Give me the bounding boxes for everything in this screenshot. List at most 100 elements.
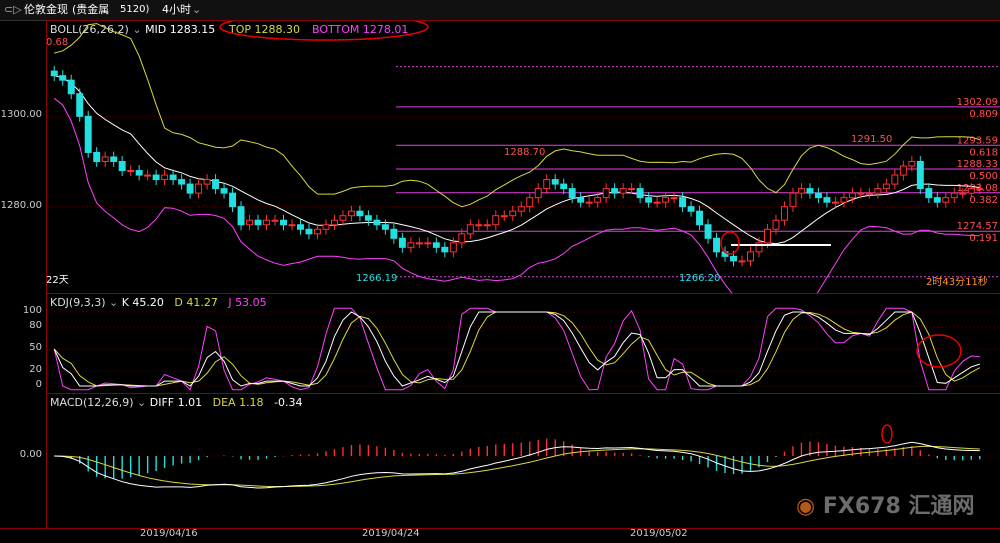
- kdj-tick-label: 20: [29, 364, 42, 376]
- candle-body: [288, 224, 296, 227]
- candle-body: [526, 197, 534, 208]
- low-right-label: 1266.20: [679, 273, 721, 284]
- candle-body: [390, 228, 398, 239]
- kdj-j-line: [53, 307, 980, 391]
- candle-body: [178, 179, 186, 185]
- candle-body: [271, 219, 279, 222]
- y-axis: 1300.00 1280.00 100 80 50 20 0 0.00: [0, 20, 47, 528]
- candle-body: [475, 224, 483, 227]
- candle-body: [195, 183, 203, 194]
- candle-body: [823, 197, 831, 203]
- fib-price-label: 1302.09: [957, 97, 998, 108]
- candle-body: [925, 188, 933, 199]
- candle-body: [687, 206, 695, 212]
- candle-body: [186, 183, 194, 194]
- boll-top-line: [54, 23, 980, 208]
- candle-body: [364, 215, 372, 221]
- kdj-panel: KDJ(9,3,3) ⌄ K 45.20 D 41.27 J 53.05: [46, 293, 1000, 394]
- boll-mid-line: [54, 75, 980, 245]
- candle-body: [76, 93, 84, 117]
- candle-body: [118, 161, 126, 172]
- candle-body: [577, 197, 585, 203]
- kdj-tick-label: 100: [22, 305, 42, 316]
- instrument-name: 伦敦金现: [24, 3, 68, 16]
- candle-body: [882, 183, 890, 190]
- high-right-label: 1291.50: [851, 134, 893, 145]
- annotation-ellipse: [219, 21, 429, 41]
- candle-body: [976, 188, 984, 191]
- macd-tick-label: 0.00: [19, 449, 42, 460]
- watermark: ◉ FX678 汇通网: [796, 488, 974, 520]
- candle-body: [534, 188, 542, 199]
- macd-annotation-circle: [881, 424, 893, 444]
- candle-body: [916, 161, 924, 190]
- candle-body: [653, 201, 661, 204]
- candle-body: [458, 233, 466, 244]
- candle-body: [246, 219, 254, 226]
- candle-body: [161, 174, 169, 181]
- candle-body: [865, 192, 873, 195]
- fib-ratio-label: 0.618: [969, 147, 998, 158]
- x-tick-label: 2019/05/02: [630, 528, 688, 539]
- nav-icon[interactable]: ⊂▷: [4, 0, 22, 20]
- boll-bottom-line: [53, 97, 980, 294]
- instrument-code: 5120): [120, 4, 150, 15]
- candle-body: [152, 174, 160, 181]
- period-selector[interactable]: 4小时: [162, 0, 191, 20]
- candle-body: [568, 188, 576, 199]
- candle-body: [874, 188, 882, 194]
- macd-panel: MACD(12,26,9) ⌄ DIFF 1.01 DEA 1.18 -0.34…: [46, 393, 1000, 529]
- candle-body: [110, 156, 118, 163]
- candle-body: [313, 228, 321, 235]
- candle-body: [560, 183, 568, 190]
- candle-body: [772, 219, 780, 230]
- price-panel: BOLL(26,26,2) ⌄ MID 1283.15 TOP 1288.30 …: [46, 20, 1000, 294]
- candle-body: [263, 219, 270, 226]
- candle-body: [415, 242, 423, 245]
- candle-body: [144, 174, 152, 177]
- candle-body: [645, 197, 653, 203]
- candle-body: [891, 174, 899, 185]
- candle-body: [670, 197, 678, 200]
- candle-body: [254, 219, 262, 226]
- kdj-tick-label: 0: [35, 379, 42, 390]
- candle-body: [840, 197, 848, 203]
- fib-ratio-label: 0.500: [969, 171, 998, 182]
- candle-body: [59, 75, 67, 81]
- high-mid-label: 1288.70: [504, 147, 546, 158]
- candle-body: [322, 224, 330, 230]
- candle-body: [50, 70, 58, 77]
- candle-body: [373, 219, 381, 226]
- title-bar: ⊂▷ 伦敦金现 (贵金属 5120) 4小时 ⌄: [0, 0, 1000, 21]
- candle-body: [619, 188, 627, 194]
- macd-dea-line: [54, 445, 980, 487]
- watermark-text: FX678: [822, 494, 901, 519]
- candle-body: [297, 224, 304, 230]
- x-tick-label: 2019/04/24: [362, 528, 420, 539]
- fib-price-label: 1274.57: [957, 221, 998, 232]
- candle-body: [432, 242, 440, 248]
- candle-body: [764, 228, 771, 244]
- candle-body: [696, 210, 704, 226]
- annotation-circle: [720, 231, 740, 255]
- candle-body: [933, 197, 941, 203]
- candle-body: [424, 242, 432, 245]
- countdown-label: 2时43分11秒: [926, 277, 988, 288]
- candle-body: [517, 206, 525, 212]
- candle-body: [229, 192, 237, 208]
- candle-body: [169, 174, 177, 181]
- period-dropdown-icon[interactable]: ⌄: [192, 0, 201, 20]
- instrument-category: (贵金属: [72, 3, 110, 16]
- candle-body: [950, 192, 958, 199]
- candle-body: [789, 192, 797, 208]
- candle-body: [347, 210, 355, 217]
- candle-body: [543, 179, 551, 190]
- candle-body: [509, 210, 517, 217]
- candle-body: [237, 206, 245, 226]
- candle-body: [466, 224, 474, 235]
- candle-body: [594, 197, 602, 203]
- candle-body: [713, 237, 721, 253]
- kdj-k-line: [53, 311, 980, 387]
- fib-top-label: 0.68: [46, 37, 69, 48]
- days-label: 22天: [46, 275, 69, 286]
